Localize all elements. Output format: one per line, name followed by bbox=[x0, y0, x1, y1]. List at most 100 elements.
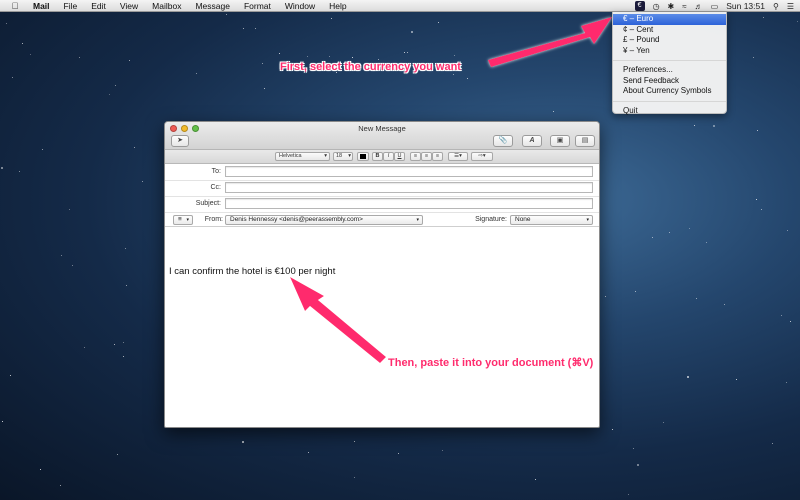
star bbox=[263, 88, 265, 90]
paperclip-icon: 📎 bbox=[498, 137, 508, 144]
star bbox=[354, 441, 356, 443]
format-bar: Helvetica ▾ 18 ▾ B I U ≡ ≡ ≡ ☰▾ ⇨▾ bbox=[165, 150, 599, 164]
format-button[interactable]: A bbox=[522, 135, 542, 147]
menu-message[interactable]: Message bbox=[195, 1, 230, 11]
align-center-button[interactable]: ≡ bbox=[421, 152, 432, 161]
time-machine-icon[interactable]: ◷ bbox=[653, 2, 660, 11]
bold-button[interactable]: B bbox=[372, 152, 383, 161]
menu-edit[interactable]: Edit bbox=[91, 1, 106, 11]
cc-label: Cc: bbox=[210, 184, 222, 191]
spotlight-icon[interactable]: ⚲ bbox=[773, 2, 779, 11]
star bbox=[712, 124, 715, 127]
menu-item-send-feedback[interactable]: Send Feedback bbox=[613, 76, 726, 87]
attach-button[interactable]: 📎 bbox=[493, 135, 513, 147]
menu-item-pound[interactable]: £ – Pound bbox=[613, 35, 726, 46]
message-headers: To: Cc: Subject: ≡ ▾ From: Denis Hennessy… bbox=[165, 164, 599, 227]
font-family-select[interactable]: Helvetica ▾ bbox=[275, 152, 330, 161]
star bbox=[398, 452, 400, 454]
font-size-select[interactable]: 18 ▾ bbox=[333, 152, 353, 161]
window-title: New Message bbox=[358, 124, 406, 133]
wifi-icon[interactable]: ≈ bbox=[682, 2, 686, 11]
align-right-button[interactable]: ≡ bbox=[432, 152, 443, 161]
star bbox=[142, 180, 144, 182]
star bbox=[11, 76, 13, 78]
send-button[interactable]: ➤ bbox=[171, 135, 189, 147]
star bbox=[123, 356, 125, 358]
signature-select[interactable]: None ▾ bbox=[510, 215, 593, 225]
star bbox=[669, 232, 671, 234]
message-body[interactable]: I can confirm the hotel is €100 per nigh… bbox=[169, 266, 335, 277]
bluetooth-icon[interactable]: ✱ bbox=[668, 2, 675, 11]
notification-center-icon[interactable]: ☰ bbox=[787, 2, 794, 11]
underline-button[interactable]: U bbox=[394, 152, 405, 161]
cc-field[interactable] bbox=[225, 182, 593, 193]
star bbox=[453, 55, 455, 57]
star bbox=[128, 59, 130, 61]
photo-browser-button[interactable]: ▣ bbox=[550, 135, 570, 147]
menu-help[interactable]: Help bbox=[329, 1, 346, 11]
star bbox=[438, 22, 440, 24]
star bbox=[662, 422, 664, 424]
text-color-well[interactable] bbox=[357, 152, 369, 161]
header-divider bbox=[165, 196, 599, 197]
subject-label: Subject: bbox=[195, 200, 221, 207]
star bbox=[789, 321, 791, 323]
from-select[interactable]: Denis Hennessy <denis@peerassembly.com> ▾ bbox=[225, 215, 423, 225]
volume-icon[interactable]: ♬ bbox=[695, 2, 703, 11]
title-bar: New Message ➤ 📎 A ▣ ▤ bbox=[165, 122, 599, 150]
menu-item-euro[interactable]: € – Euro bbox=[613, 14, 726, 25]
indent-select[interactable]: ⇨▾ bbox=[471, 152, 493, 161]
star bbox=[786, 229, 788, 231]
star bbox=[61, 255, 63, 257]
menu-mailbox[interactable]: Mailbox bbox=[152, 1, 181, 11]
star bbox=[404, 52, 406, 54]
star bbox=[21, 43, 23, 45]
italic-button[interactable]: I bbox=[383, 152, 394, 161]
to-label: To: bbox=[211, 168, 221, 175]
star bbox=[242, 441, 245, 444]
star bbox=[41, 149, 43, 151]
clock[interactable]: Sun 13:51 bbox=[726, 1, 765, 11]
menu-view[interactable]: View bbox=[120, 1, 138, 11]
star bbox=[195, 73, 197, 75]
star bbox=[114, 85, 116, 87]
stationery-button[interactable]: ▤ bbox=[575, 135, 595, 147]
star bbox=[242, 28, 244, 30]
subject-field[interactable] bbox=[225, 198, 593, 209]
to-field[interactable] bbox=[225, 166, 593, 177]
list-select[interactable]: ☰▾ bbox=[448, 152, 468, 161]
menu-item-yen[interactable]: ¥ – Yen bbox=[613, 46, 726, 57]
star bbox=[796, 20, 798, 22]
star bbox=[611, 429, 613, 431]
menu-format[interactable]: Format bbox=[244, 1, 271, 11]
align-left-button[interactable]: ≡ bbox=[410, 152, 421, 161]
menu-item-preferences[interactable]: Preferences... bbox=[613, 65, 726, 76]
star bbox=[255, 28, 257, 29]
menu-item-quit[interactable]: Quit bbox=[613, 106, 726, 117]
star bbox=[689, 227, 691, 229]
star bbox=[330, 18, 332, 20]
star bbox=[124, 247, 126, 249]
star bbox=[632, 447, 634, 449]
star bbox=[60, 484, 62, 486]
star bbox=[354, 476, 356, 478]
menu-item-about[interactable]: About Currency Symbols bbox=[613, 86, 726, 97]
battery-icon[interactable]: ▭ bbox=[711, 2, 719, 11]
star bbox=[114, 343, 116, 345]
menu-bar:  Mail File Edit View Mailbox Message Fo… bbox=[0, 0, 800, 12]
star bbox=[693, 125, 695, 127]
star bbox=[761, 209, 763, 211]
star bbox=[452, 73, 454, 75]
apple-icon[interactable]:  bbox=[9, 1, 21, 11]
photo-icon: ▣ bbox=[556, 137, 564, 144]
menu-window[interactable]: Window bbox=[285, 1, 315, 11]
menu-mail[interactable]: Mail bbox=[33, 1, 50, 11]
stationery-icon: ▤ bbox=[581, 137, 589, 144]
currency-symbols-icon[interactable]: € bbox=[634, 1, 645, 11]
star bbox=[19, 170, 21, 172]
menu-item-cent[interactable]: ¢ – Cent bbox=[613, 25, 726, 36]
menu-file[interactable]: File bbox=[64, 1, 78, 11]
star bbox=[122, 341, 124, 343]
star bbox=[226, 14, 228, 15]
star bbox=[306, 56, 308, 58]
